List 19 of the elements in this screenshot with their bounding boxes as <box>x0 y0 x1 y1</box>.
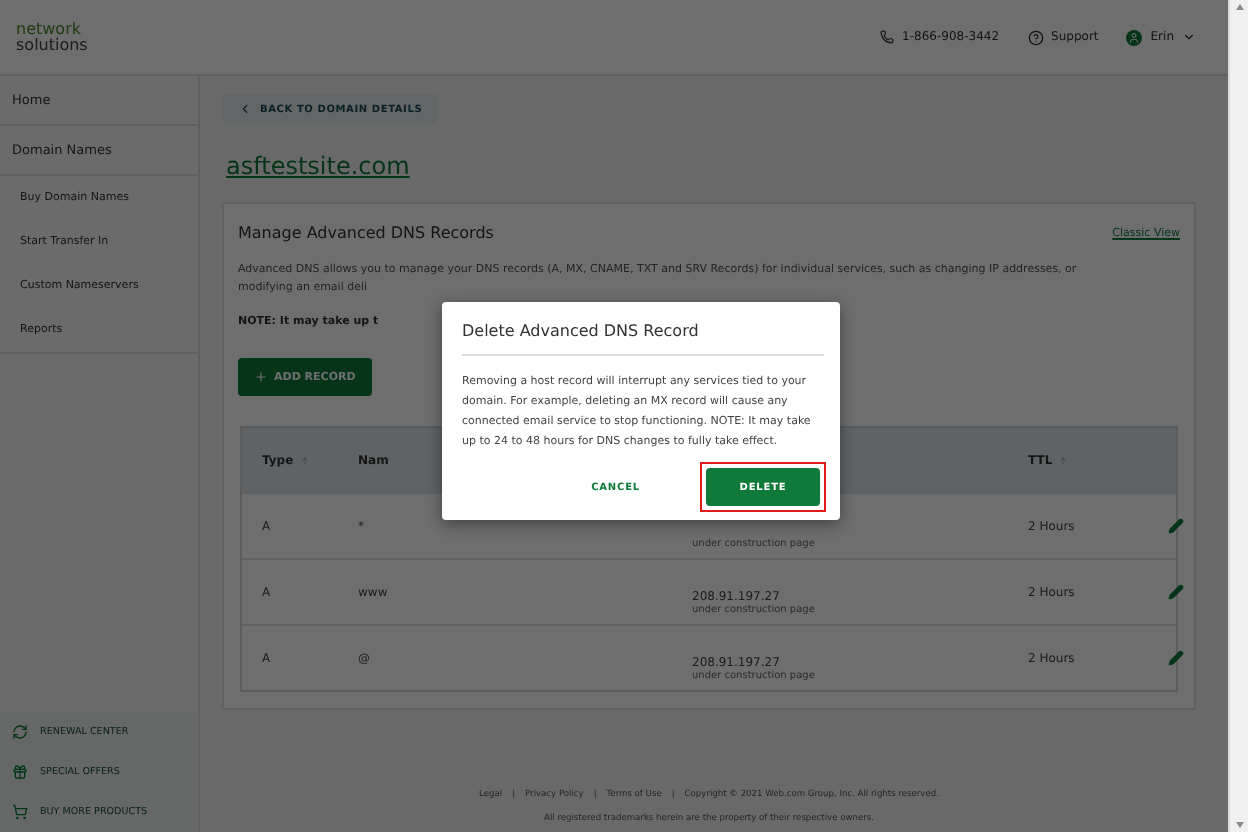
scrollbar[interactable] <box>1228 0 1248 832</box>
user-icon <box>1126 29 1143 45</box>
chevron-icon <box>238 102 252 116</box>
help-icon <box>1027 29 1044 45</box>
edit-icon[interactable] <box>1168 518 1184 534</box>
gift-icon <box>12 764 28 780</box>
logo[interactable]: network solutions <box>16 21 88 53</box>
edit-icon[interactable] <box>1168 650 1184 666</box>
sort-icon <box>1058 455 1069 465</box>
dialog-title: Delete Advanced DNS Record <box>462 320 824 356</box>
phone-icon <box>880 30 895 44</box>
domain-title[interactable]: asftestsite.com <box>226 152 1196 180</box>
edit-icon[interactable] <box>1168 584 1184 600</box>
card-title: Manage Advanced DNS Records <box>238 224 494 242</box>
sort-icon <box>299 455 310 465</box>
caret-icon <box>1182 30 1196 44</box>
cart-icon <box>12 804 28 820</box>
refresh-icon <box>12 724 28 740</box>
plus-icon <box>254 370 268 384</box>
